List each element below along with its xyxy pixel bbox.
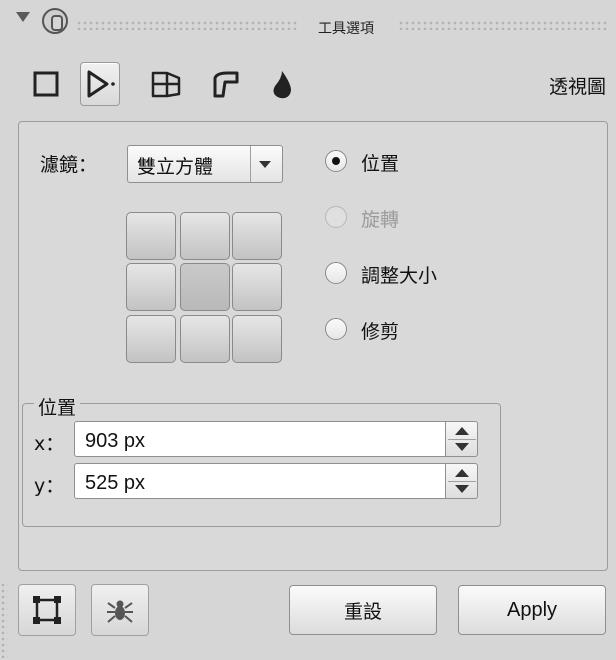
spider-bug-icon <box>107 600 133 623</box>
radio-resize-label[interactable]: 調整大小 <box>361 261 437 288</box>
increment-icon[interactable] <box>455 427 469 435</box>
y-stepper[interactable] <box>446 463 478 499</box>
chevron-down-icon[interactable] <box>259 161 271 168</box>
side-drag-handle[interactable] <box>0 582 8 658</box>
drag-handle-right[interactable] <box>398 20 608 30</box>
y-input[interactable] <box>74 463 446 499</box>
liquify-drop-icon <box>273 71 291 99</box>
warp-transform-button[interactable] <box>204 62 244 106</box>
anchor-cell-middle-right[interactable] <box>232 263 282 311</box>
liquify-button[interactable] <box>262 62 302 106</box>
collapse-arrow-icon[interactable] <box>16 12 30 22</box>
radio-crop-label[interactable]: 修剪 <box>361 317 399 344</box>
radio-position[interactable] <box>325 150 347 172</box>
filter-dropdown-value: 雙立方體 <box>137 156 214 178</box>
radio-resize[interactable] <box>325 262 347 284</box>
unified-transform-icon <box>33 71 59 97</box>
unified-transform-button[interactable] <box>26 62 66 106</box>
radio-rotate <box>325 206 347 228</box>
debug-button[interactable] <box>91 584 149 636</box>
anchor-cell-center[interactable] <box>180 263 230 311</box>
radio-position-label[interactable]: 位置 <box>361 149 399 176</box>
anchor-cell-top-right[interactable] <box>232 212 282 260</box>
warp-transform-icon <box>213 71 239 98</box>
radio-crop[interactable] <box>325 318 347 340</box>
x-stepper[interactable] <box>446 421 478 457</box>
x-label: x： <box>34 433 65 455</box>
drag-handle-left[interactable] <box>76 20 298 30</box>
decrement-icon[interactable] <box>455 443 469 451</box>
anchor-cell-bottom-right[interactable] <box>232 315 282 363</box>
anchor-cell-middle-left[interactable] <box>126 263 176 311</box>
stepper-divider <box>448 481 476 482</box>
perspective-transform-button[interactable] <box>80 62 120 106</box>
bounding-box-icon <box>33 596 61 624</box>
anchor-cell-bottom-center[interactable] <box>180 315 230 363</box>
dropdown-separator <box>250 146 251 182</box>
anchor-cell-top-center[interactable] <box>180 212 230 260</box>
increment-icon[interactable] <box>455 469 469 477</box>
apply-button[interactable]: Apply <box>458 585 606 635</box>
anchor-cell-bottom-left[interactable] <box>126 315 176 363</box>
stepper-divider <box>448 439 476 440</box>
bounding-box-button[interactable] <box>18 584 76 636</box>
3d-transform-button[interactable] <box>146 62 186 106</box>
reset-button[interactable]: 重設 <box>289 585 437 635</box>
decrement-icon[interactable] <box>455 485 469 493</box>
position-group-title: 位置 <box>34 393 81 420</box>
lock-icon[interactable] <box>42 8 68 34</box>
panel-title: 工具選項 <box>318 21 374 37</box>
perspective-transform-icon <box>87 70 115 98</box>
y-label: y： <box>34 475 65 497</box>
3d-transform-icon <box>151 71 181 98</box>
anchor-cell-top-left[interactable] <box>126 212 176 260</box>
mode-label: 透視圖 <box>548 76 606 98</box>
anchor-grid <box>126 212 284 364</box>
x-input[interactable] <box>74 421 446 457</box>
filter-label: 濾鏡： <box>40 154 98 176</box>
radio-rotate-label: 旋轉 <box>361 209 400 231</box>
